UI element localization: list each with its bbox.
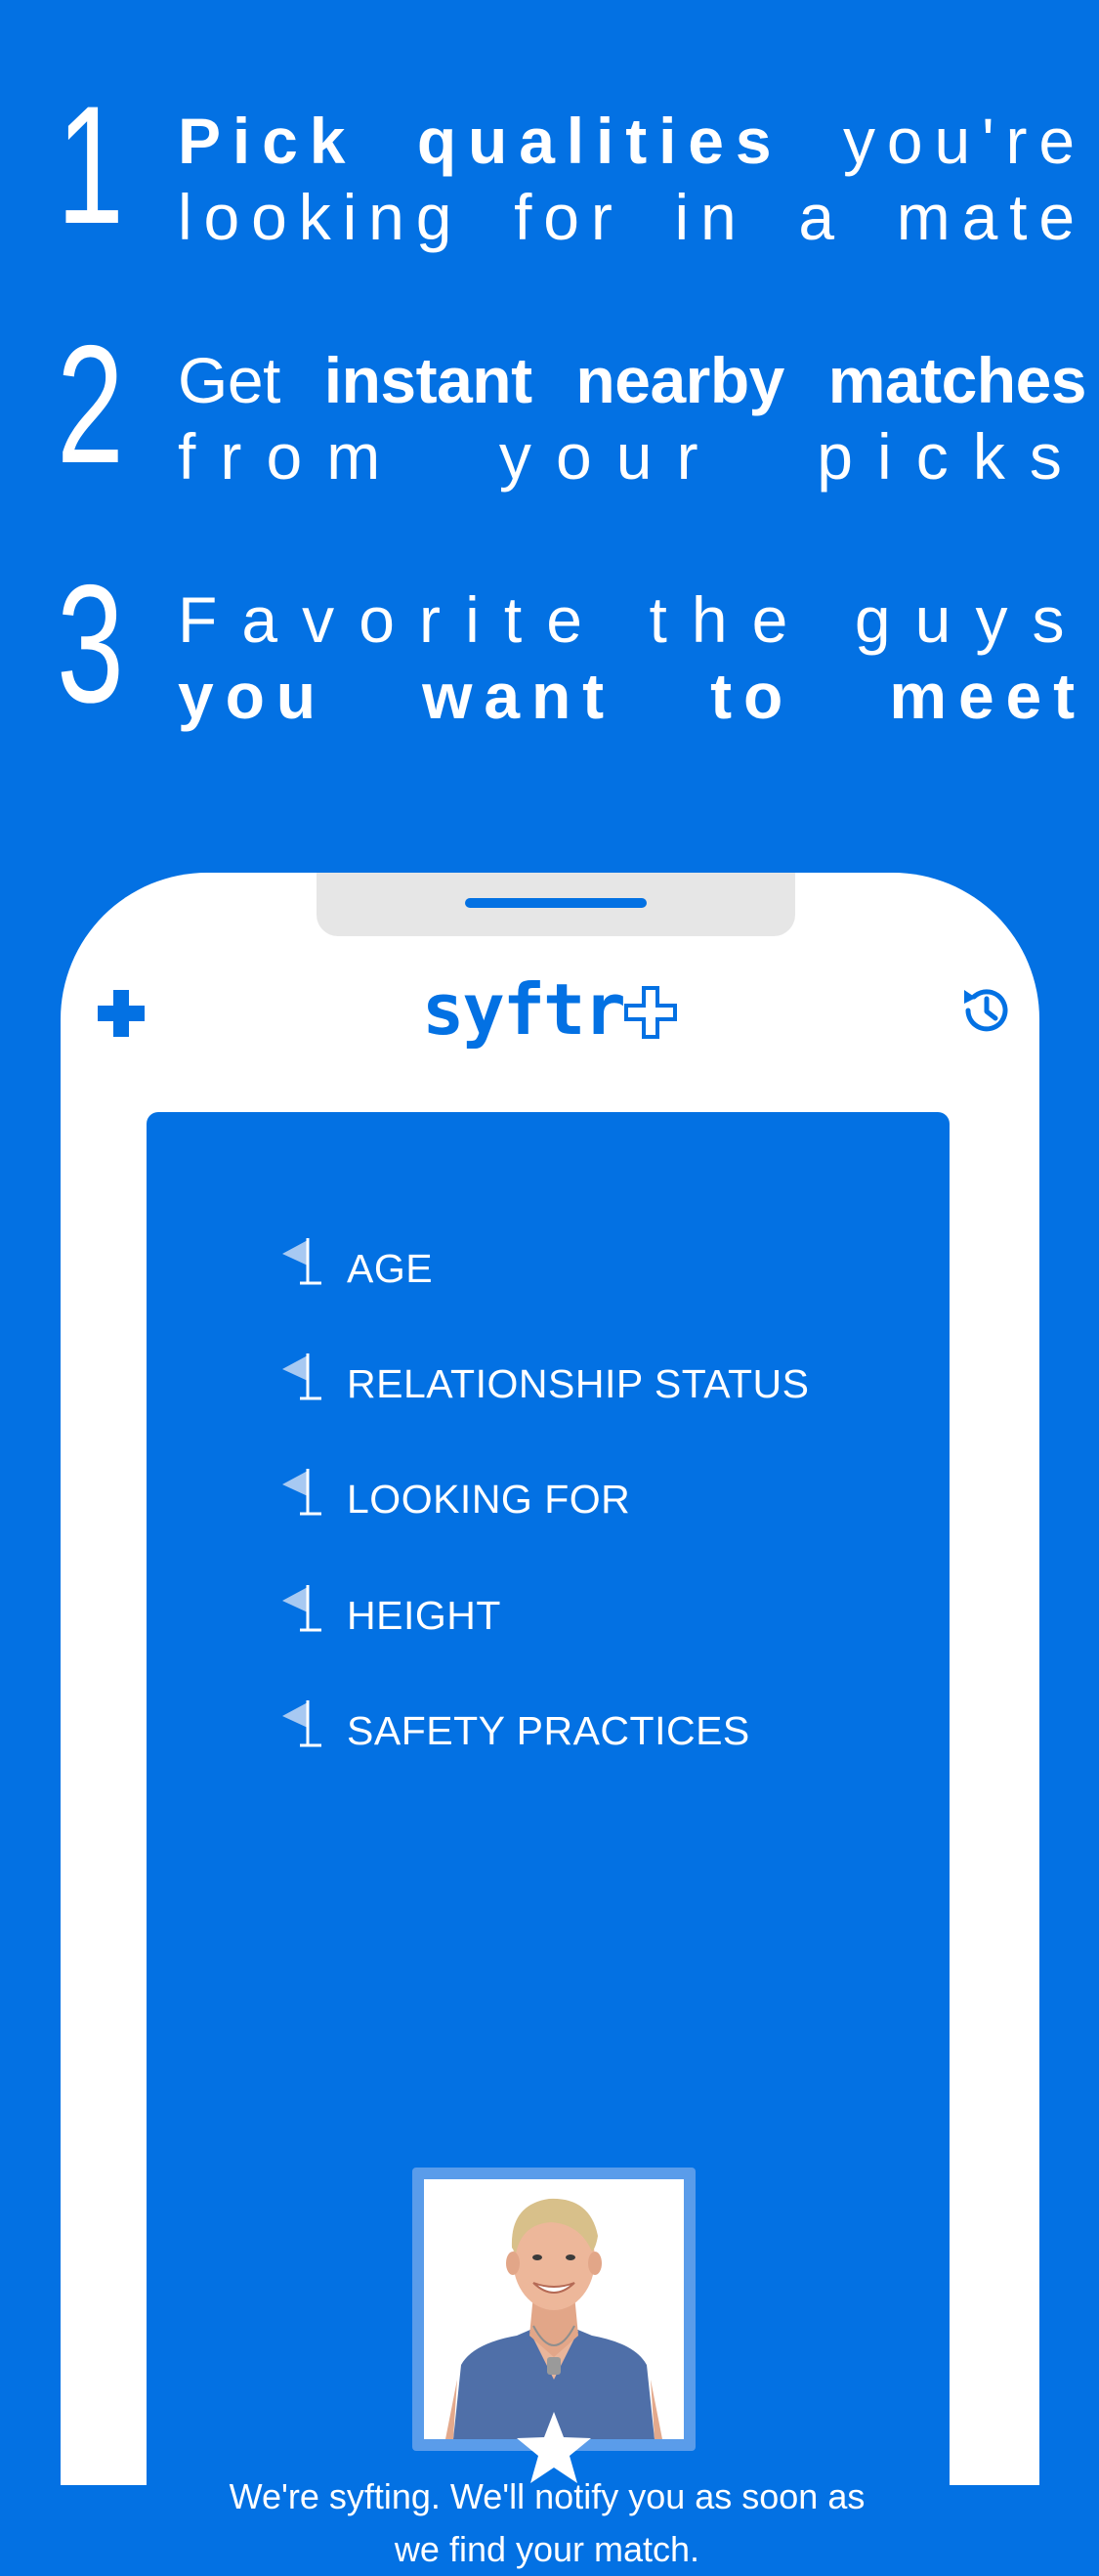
- step-highlight: instant nearby matches: [323, 344, 1087, 416]
- app-logo: syftr: [422, 966, 681, 1053]
- plus-icon[interactable]: [96, 988, 147, 1039]
- step-text: Get instant nearby matches from your pic…: [178, 342, 1087, 494]
- criteria-label: HEIGHT: [347, 1593, 501, 1638]
- phone-mockup: syftr AGE RELATIONSHIP STATUS LOOKING FO…: [61, 873, 1039, 2569]
- phone-notch: [317, 873, 795, 936]
- flag-icon: [278, 1467, 323, 1522]
- step-plain: you're: [782, 105, 1086, 177]
- step-line: Pick qualities you're: [178, 103, 1086, 179]
- match-card: AGE RELATIONSHIP STATUS LOOKING FOR HEIG…: [147, 1112, 950, 2569]
- step-line: looking for in a mate: [178, 181, 1086, 253]
- logo-plus-icon: [623, 985, 678, 1040]
- step-line: Get instant nearby matches: [178, 342, 1087, 418]
- step-2: 2 Get instant nearby matches from your p…: [57, 321, 1087, 498]
- step-number: 1: [57, 71, 124, 259]
- step-3: 3 Favorite the guys you want to meet: [57, 560, 1075, 738]
- step-1: 1 Pick qualities you're looking for in a…: [57, 81, 1075, 259]
- logo-text: syftr: [422, 968, 626, 1051]
- criteria-label: AGE: [347, 1246, 434, 1291]
- notch-bar: [465, 898, 647, 908]
- criteria-label: LOOKING FOR: [347, 1477, 631, 1522]
- criteria-item-age[interactable]: AGE: [278, 1236, 913, 1295]
- flag-icon: [278, 1352, 323, 1406]
- step-line: you want to meet: [178, 658, 1086, 734]
- criteria-item-height[interactable]: HEIGHT: [278, 1583, 913, 1642]
- step-text: Favorite the guys you want to meet: [178, 581, 1086, 734]
- history-icon[interactable]: [956, 982, 1013, 1039]
- step-plain: Get: [178, 344, 324, 416]
- criteria-item-safety-practices[interactable]: SAFETY PRACTICES: [278, 1698, 913, 1757]
- step-text: Pick qualities you're looking for in a m…: [178, 103, 1086, 255]
- step-highlight: you want to meet: [178, 660, 1086, 732]
- flag-icon: [278, 1236, 323, 1291]
- step-highlight: Pick qualities: [178, 105, 783, 177]
- flag-icon: [278, 1583, 323, 1638]
- step-line: from your picks: [178, 420, 1086, 493]
- criteria-item-looking-for[interactable]: LOOKING FOR: [278, 1467, 913, 1525]
- step-number: 3: [57, 550, 124, 738]
- notify-message: We're syfting. We'll notify you as soon …: [229, 2476, 866, 2569]
- step-line: Favorite the guys: [178, 583, 1089, 656]
- profile-photo-frame[interactable]: [412, 2168, 696, 2451]
- criteria-label: RELATIONSHIP STATUS: [347, 1361, 810, 1406]
- criteria-label: SAFETY PRACTICES: [347, 1708, 750, 1753]
- criteria-item-relationship-status[interactable]: RELATIONSHIP STATUS: [278, 1352, 913, 1410]
- profile-photo: [424, 2179, 684, 2439]
- step-number: 2: [57, 311, 124, 498]
- flag-icon: [278, 1698, 323, 1753]
